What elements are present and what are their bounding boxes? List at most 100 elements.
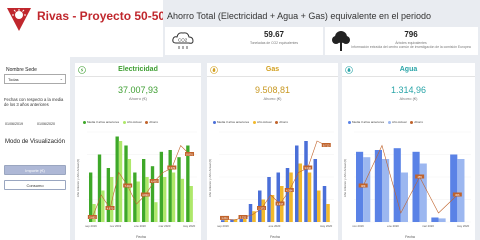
bar-actual	[118, 141, 123, 222]
bar-media	[276, 172, 281, 222]
x-tick-label: ene 2020	[134, 224, 146, 228]
date-range-note: Fechas con respecto a la media de los 3 …	[4, 97, 64, 108]
svg-text:8.876: 8.876	[186, 152, 193, 156]
x-tick-label: mar 2020	[422, 224, 434, 228]
bar-media	[304, 141, 308, 222]
bar-actual	[110, 177, 114, 222]
agua-title: Agua	[399, 66, 418, 73]
data-label: 1.917	[275, 201, 285, 206]
data-label: 3.046	[303, 165, 313, 170]
electricidad-chart: Año Anterior y Año Actual (€) 3.662 4.670…	[76, 131, 197, 239]
chevron-down-icon: ⌄	[59, 76, 63, 81]
bar-actual	[381, 159, 390, 222]
bar-media	[295, 145, 299, 222]
data-label: 3.662	[87, 215, 97, 219]
data-label: 306	[452, 192, 462, 197]
svg-text:1.917: 1.917	[277, 202, 284, 206]
bar-actual	[457, 159, 465, 222]
data-label: 3.231	[238, 215, 248, 219]
data-label: 6.076	[167, 165, 177, 170]
x-tick-label: mar 2020	[159, 224, 171, 228]
trees-value: 796	[404, 30, 418, 39]
svg-text:4.433: 4.433	[151, 179, 158, 183]
data-label: 7.402	[123, 183, 133, 188]
bar-media	[248, 204, 253, 222]
x-tick-label: may 2020	[183, 224, 196, 228]
data-label: 455	[415, 174, 425, 179]
electricidad-kpi: 37.007,93 Ahorro (€)	[75, 85, 201, 101]
bar-media	[393, 148, 401, 222]
gas-kpi: 9.508,81 Ahorro (€)	[207, 85, 338, 101]
data-label: 8.876	[185, 152, 195, 156]
data-label: 1.373	[257, 206, 267, 210]
agua-savings-value: 1.314,96	[390, 85, 427, 95]
svg-text:8.713: 8.713	[323, 143, 330, 147]
mode-consumo-button[interactable]: Consumo	[4, 180, 66, 190]
data-label: 4.394	[284, 188, 294, 192]
svg-text:1.373: 1.373	[258, 206, 265, 210]
co2-value: 59.67	[263, 30, 285, 39]
bar-media	[412, 151, 420, 222]
bar-media	[142, 159, 146, 222]
electricidad-xlabel: Fecha	[136, 235, 146, 239]
bar-actual	[145, 177, 149, 222]
bar-media	[150, 166, 155, 222]
x-tick-label: ene 2020	[269, 224, 281, 228]
bar-actual	[438, 218, 446, 222]
bar-actual	[307, 172, 312, 222]
site-filter-dropdown[interactable]: Todas ⌄	[4, 74, 66, 84]
gas-ylabel: Año Anterior y Año Actual (€)	[208, 159, 212, 197]
agua-panel: Agua 1.314,96 Ahorro (€) Media 3 años an…	[342, 63, 475, 240]
date-to[interactable]: 01/06/2020	[37, 122, 55, 126]
agua-chart: Año Anterior y Año Actual (€) 489455306 …	[343, 131, 471, 239]
visualization-mode-heading: Modo de Visualización	[5, 139, 65, 145]
svg-text:4.823: 4.823	[142, 193, 149, 197]
date-from[interactable]: 01/06/2019	[5, 122, 23, 126]
bar-media	[133, 172, 137, 222]
data-label: 4.823	[140, 192, 150, 197]
bar-actual	[189, 186, 193, 222]
bar-actual	[400, 172, 408, 222]
x-tick-label: ene 2020	[387, 224, 399, 228]
data-label: 489	[358, 183, 368, 188]
gas-title: Gas	[265, 66, 280, 73]
data-label: 4.670	[105, 206, 115, 210]
gas-savings-unit: Ahorro (€)	[263, 96, 282, 101]
electricidad-header: Electricidad	[75, 63, 201, 77]
svg-text:1.211: 1.211	[221, 216, 228, 220]
data-label: 1.211	[220, 215, 230, 220]
bar-media	[313, 159, 318, 222]
svg-text:3.046: 3.046	[305, 166, 312, 170]
bar-media	[374, 150, 382, 222]
bar-media	[159, 151, 164, 222]
bar-actual	[224, 220, 229, 222]
trees-label: Árboles equivalentes Información extraíd…	[347, 41, 475, 49]
co2-label: Toneladas de CO2 equivalentes	[249, 41, 299, 45]
bar-media	[322, 186, 327, 222]
co2-kpi-card: CO2 59.67 Toneladas de CO2 equivalentes	[165, 27, 323, 55]
x-tick-label: sep 2019	[85, 224, 97, 228]
x-tick-label: may 2020	[457, 224, 470, 228]
svg-text:7.402: 7.402	[124, 184, 131, 188]
trees-kpi-card: 796 Árboles equivalentes Información ext…	[325, 27, 478, 55]
bar-actual	[419, 163, 427, 222]
svg-text:4.394: 4.394	[286, 188, 293, 192]
bar-actual	[363, 157, 371, 222]
agua-xlabel: Fecha	[405, 235, 415, 239]
rivas-logo	[7, 8, 31, 31]
electricidad-bars	[87, 131, 197, 223]
site-filter-label: Nombre Sede	[6, 67, 37, 73]
gas-xlabel: Fecha	[270, 235, 280, 239]
bar-actual	[136, 181, 140, 222]
co2-cloud-icon: CO2	[172, 32, 194, 49]
electricidad-panel: Electricidad 37.007,93 Ahorro (€) Media …	[75, 63, 201, 240]
bar-actual	[163, 177, 167, 222]
bar-media	[106, 168, 111, 222]
electricidad-savings-value: 37.007,93	[117, 85, 159, 95]
svg-text:3.662: 3.662	[89, 215, 96, 219]
electricidad-title: Electricidad	[118, 66, 158, 73]
agua-ylabel: Año Anterior y Año Actual (€)	[343, 159, 347, 197]
svg-text:3.231: 3.231	[240, 215, 247, 219]
mode-importe-button[interactable]: Importe (€)	[4, 165, 66, 175]
bar-media	[431, 217, 439, 222]
